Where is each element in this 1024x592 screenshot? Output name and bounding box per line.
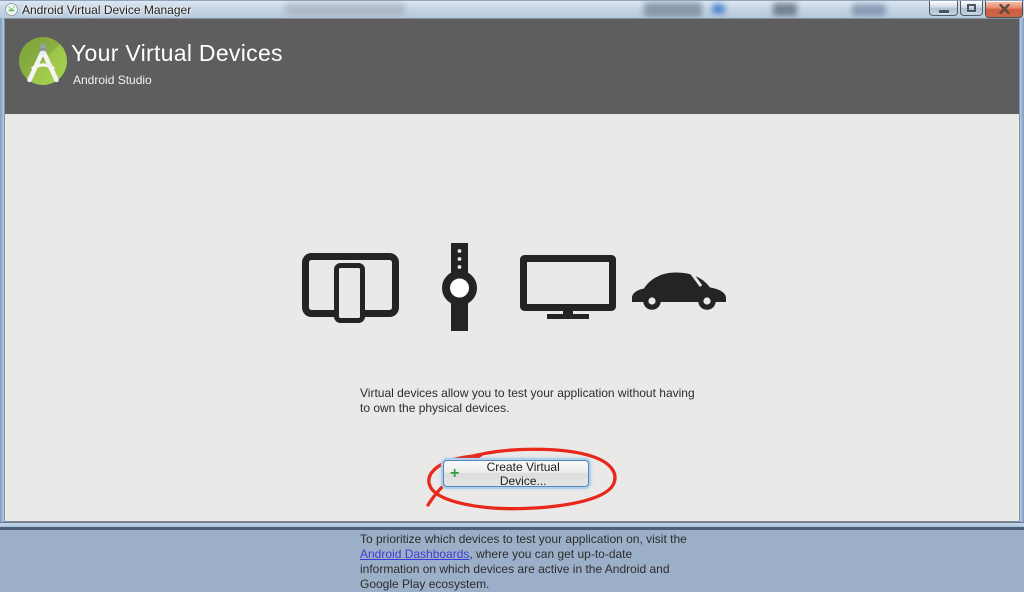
content-area: Virtual devices allow you to test your a… [5,114,1019,521]
titlebar[interactable]: Android Virtual Device Manager [0,0,1024,18]
glass-reflection [644,2,702,17]
minimize-icon [939,10,949,13]
close-icon [999,4,1010,14]
footer-text: To prioritize which devices to test your… [360,532,700,592]
header-banner: Your Virtual Devices Android Studio [5,19,1019,114]
page-subtitle: Android Studio [73,73,152,87]
glass-reflection [852,4,886,16]
plus-icon: + [450,466,459,482]
glass-reflection [712,4,725,14]
android-dashboards-link[interactable]: Android Dashboards [360,547,469,561]
window-frame-bottom [0,522,1024,530]
maximize-button[interactable] [960,1,983,16]
glass-reflection [773,3,797,16]
android-studio-logo-icon [18,36,68,86]
page-title: Your Virtual Devices [71,40,283,67]
app-icon [5,3,18,16]
tv-icon [520,255,616,319]
avd-manager-window: Android Virtual Device Manager [0,0,1024,530]
intro-text: Virtual devices allow you to test your a… [360,386,700,416]
maximize-icon [967,4,976,12]
window-controls [929,1,1023,18]
window-title: Android Virtual Device Manager [22,3,191,17]
window-frame-right [1020,18,1024,522]
glass-reflection [285,3,405,16]
minimize-button[interactable] [929,1,958,16]
client-area: Your Virtual Devices Android Studio [4,18,1020,522]
create-virtual-device-button[interactable]: + Create Virtual Device... [443,460,589,487]
car-icon [630,268,728,310]
create-virtual-device-label: Create Virtual Device... [464,460,582,488]
tablet-phone-icon [302,253,399,323]
close-button[interactable] [985,1,1023,18]
watch-icon [440,243,480,331]
footer-before-link: To prioritize which devices to test your… [360,532,687,546]
